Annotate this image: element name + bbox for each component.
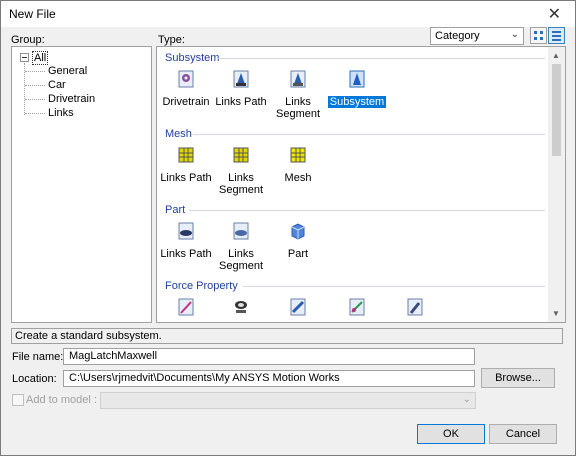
chevron-down-icon: ⌄ [462,394,471,405]
file-name-label: File name: [12,351,64,363]
tree-node-drivetrain[interactable]: Drivetrain [48,92,95,106]
type-item-label: Mesh [284,172,312,184]
large-icons-view-button[interactable] [530,27,547,44]
type-item-drivetrain[interactable]: Drivetrain [157,69,216,108]
type-item-label: Links Path [160,172,212,184]
ok-button[interactable]: OK [417,424,485,444]
file-name-input[interactable]: MagLatchMaxwell [63,348,475,365]
location-input[interactable]: C:\Users\rjmedvit\Documents\My ANSYS Mot… [63,370,475,387]
view-mode-value: Category [435,30,480,42]
section-header-mesh: Mesh [165,128,192,140]
tree-branch [25,71,45,72]
add-to-model-select[interactable]: ⌄ [100,392,476,409]
force-spring-icon [178,298,194,316]
list-view-icon [552,31,561,41]
mesh-links-path-icon [178,147,194,163]
close-icon[interactable]: ✕ [548,4,561,23]
type-item-label: Subsystem [327,96,387,108]
location-label: Location: [12,373,57,385]
group-label: Group: [11,34,45,46]
type-item-part[interactable]: Part [268,221,328,260]
file-name-value: MagLatchMaxwell [69,350,158,362]
add-to-model-label: Add to model : [26,394,97,406]
description-box: Create a standard subsystem. [11,328,563,344]
section-divider [217,58,545,59]
type-item-label: Links Segment [219,172,264,196]
group-tree[interactable]: All General Car Drivetrain Links [11,46,152,323]
type-item-mesh-links-path[interactable]: Links Path [157,145,216,184]
tree-branch [25,113,45,114]
type-item-force-1[interactable] [157,297,216,317]
type-item-links-segment[interactable]: Links Segment [268,69,328,120]
tree-branch [25,85,45,86]
drivetrain-icon [178,70,194,88]
type-item-mesh-links-segment[interactable]: Links Segment [211,145,271,196]
type-item-mesh[interactable]: Mesh [268,145,328,184]
title-bar: New File ✕ [1,1,575,27]
scroll-down-icon[interactable]: ▼ [552,309,560,318]
force-beam-icon [407,298,423,316]
scroll-up-icon[interactable]: ▲ [552,51,560,60]
mesh-icon [290,147,306,163]
part-icon [291,223,305,240]
description-text: Create a standard subsystem. [15,330,162,342]
subsystem-icon [349,70,365,88]
section-header-part: Part [165,204,186,216]
scroll-thumb[interactable] [552,64,561,156]
type-item-label: Links Path [160,248,212,260]
type-item-force-4[interactable] [327,297,387,317]
tree-node-car[interactable]: Car [48,78,66,92]
type-item-label: Links Path [215,96,267,108]
type-item-label: Links Segment [219,248,264,272]
force-bushing-icon [235,301,247,313]
type-item-force-3[interactable] [268,297,328,317]
type-item-force-2[interactable] [211,297,271,317]
mesh-links-segment-icon [233,147,249,163]
tree-node-links[interactable]: Links [48,106,74,120]
section-header-subsystem: Subsystem [165,52,220,64]
type-item-label: Links Segment [276,96,321,120]
force-link-icon [290,298,306,316]
part-links-path-icon [178,222,194,240]
type-item-label: Part [287,248,309,260]
type-item-label: Drivetrain [162,96,210,108]
type-item-part-links-segment[interactable]: Links Segment [211,221,271,272]
section-divider [189,210,545,211]
chevron-down-icon: ⌄ [510,29,519,40]
section-divider [243,286,545,287]
links-path-icon [233,70,249,88]
collapse-icon[interactable] [20,53,29,62]
type-item-part-links-path[interactable]: Links Path [157,221,216,260]
part-links-segment-icon [233,222,249,240]
new-file-dialog: New File ✕ Group: All General Car Drivet… [0,0,576,456]
details-view-button[interactable] [548,27,565,44]
cancel-button[interactable]: Cancel [489,424,557,444]
type-label: Type: [158,34,185,46]
dialog-title: New File [9,7,56,21]
grid-view-icon [534,31,543,40]
type-item-subsystem[interactable]: Subsystem [327,69,387,108]
type-item-links-path[interactable]: Links Path [211,69,271,108]
links-segment-icon [290,70,306,88]
type-list-scrollbar[interactable]: ▲ ▼ [548,47,565,322]
add-to-model-checkbox[interactable] [12,394,24,406]
browse-button[interactable]: Browse... [481,368,555,388]
tree-node-general[interactable]: General [48,64,87,78]
view-mode-select[interactable]: Category ⌄ [430,27,524,45]
section-divider [193,134,545,135]
tree-branch [25,99,45,100]
location-value: C:\Users\rjmedvit\Documents\My ANSYS Mot… [69,372,340,384]
section-header-force-property: Force Property [165,280,238,292]
force-contact-icon [349,298,365,316]
type-item-force-5[interactable] [385,297,445,317]
type-list[interactable]: Subsystem Drivetrain Links Path Links Se… [156,46,566,323]
